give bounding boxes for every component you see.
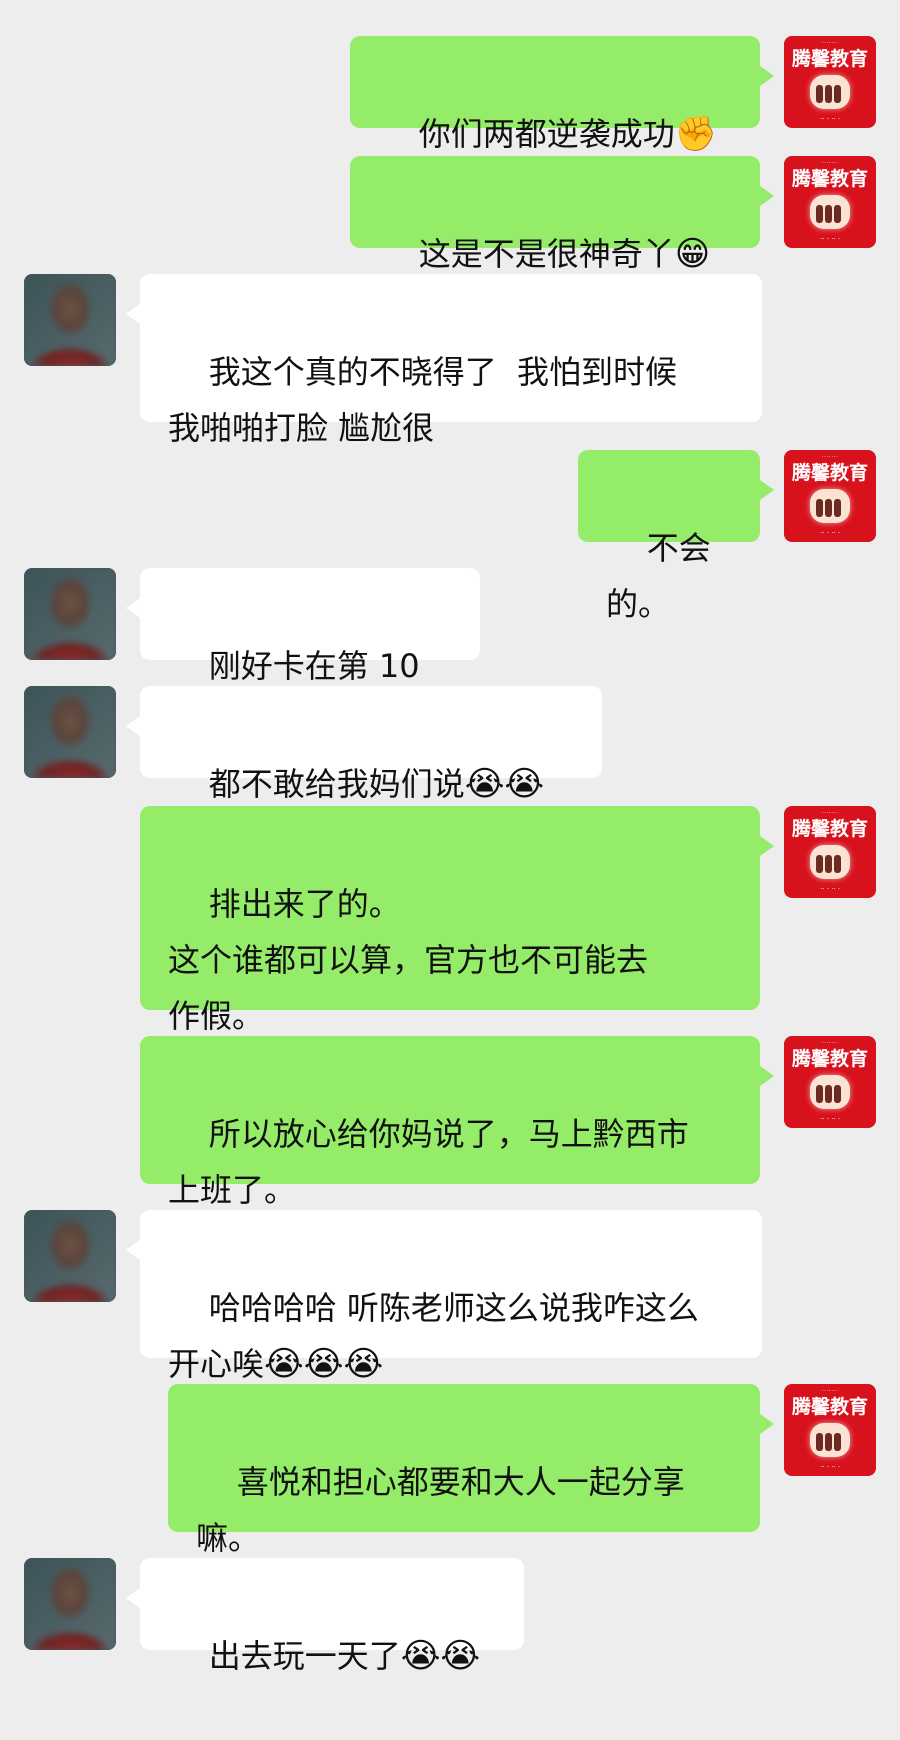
- brand-name: 腾馨教育: [791, 462, 868, 484]
- message-text: 所以放心给你妈说了，马上黔西市 上班了。: [168, 1115, 689, 1209]
- user-avatar[interactable]: [24, 1558, 116, 1650]
- brand-tagline: ·······: [821, 1388, 839, 1395]
- emoji: 😭😭: [464, 764, 545, 804]
- blurred-face: [24, 686, 116, 778]
- blurred-face: [24, 1210, 116, 1302]
- brand-slogan: ·· · ·· ·: [819, 1115, 841, 1123]
- message-bubble[interactable]: 哈哈哈哈 听陈老师这么说我咋这么 开心唉😭😭😭: [126, 1210, 762, 1384]
- fist-icon: [810, 1075, 850, 1109]
- fist-icon: [810, 489, 850, 523]
- message-bubble[interactable]: 出去玩一天了😭😭: [126, 1558, 524, 1676]
- emoji: ✊: [674, 114, 718, 154]
- message-text: 这是不是很神奇丫: [418, 235, 675, 273]
- emoji: 😁: [674, 234, 711, 274]
- emoji: 😭😭😭: [264, 1344, 384, 1384]
- brand-avatar[interactable]: ······· 腾馨教育 ·· · ·· ·: [784, 1384, 876, 1476]
- message-bubble[interactable]: 我这个真的不晓得了 我怕到时候 我啪啪打脸 尴尬很: [126, 274, 762, 447]
- message-bubble[interactable]: 这是不是很神奇丫😁: [350, 156, 774, 274]
- brand-tagline: ·······: [821, 1040, 839, 1047]
- user-avatar[interactable]: [24, 686, 116, 778]
- brand-avatar[interactable]: ······· 腾馨教育 ·· · ·· ·: [784, 36, 876, 128]
- brand-tagline: ·······: [821, 160, 839, 167]
- brand-name: 腾馨教育: [791, 1048, 868, 1070]
- user-avatar[interactable]: [24, 1210, 116, 1302]
- blurred-face: [24, 568, 116, 660]
- message-text: 排出来了的。 这个谁都可以算，官方也不可能去 作假。: [168, 885, 649, 1035]
- brand-name: 腾馨教育: [791, 1396, 868, 1418]
- brand-slogan: ·· · ·· ·: [819, 115, 841, 123]
- brand-name: 腾馨教育: [791, 168, 868, 190]
- emoji: 😭😭: [400, 1636, 481, 1676]
- brand-tagline: ·······: [821, 454, 839, 461]
- message-bubble[interactable]: 排出来了的。 这个谁都可以算，官方也不可能去 作假。: [140, 806, 774, 1035]
- brand-slogan: ·· · ·· ·: [819, 885, 841, 893]
- brand-name: 腾馨教育: [791, 48, 868, 70]
- brand-avatar[interactable]: ······· 腾馨教育 ·· · ·· ·: [784, 1036, 876, 1128]
- message-bubble[interactable]: 你们两都逆袭成功✊: [350, 36, 774, 154]
- message-bubble[interactable]: 都不敢给我妈们说😭😭: [126, 686, 602, 804]
- message-text: 哈哈哈哈 听陈老师这么说我咋这么 开心唉: [168, 1289, 699, 1383]
- fist-icon: [810, 1423, 850, 1457]
- message-text: 不会的。: [606, 529, 711, 623]
- message-text: 喜悦和担心都要和大人一起分享 嘛。: [196, 1463, 685, 1557]
- message-text: 我这个真的不晓得了 我怕到时候 我啪啪打脸 尴尬很: [168, 353, 678, 447]
- brand-name: 腾馨教育: [791, 818, 868, 840]
- message-bubble[interactable]: 所以放心给你妈说了，马上黔西市 上班了。: [140, 1036, 774, 1209]
- fist-icon: [810, 845, 850, 879]
- user-avatar[interactable]: [24, 568, 116, 660]
- blurred-face: [24, 1558, 116, 1650]
- message-bubble[interactable]: 不会的。: [578, 450, 774, 623]
- brand-slogan: ·· · ·· ·: [819, 235, 841, 243]
- brand-tagline: ·······: [821, 40, 839, 47]
- user-avatar[interactable]: [24, 274, 116, 366]
- brand-avatar[interactable]: ······· 腾馨教育 ·· · ·· ·: [784, 450, 876, 542]
- fist-icon: [810, 75, 850, 109]
- message-text: 都不敢给我妈们说: [208, 765, 465, 803]
- brand-slogan: ·· · ·· ·: [819, 1463, 841, 1471]
- fist-icon: [810, 195, 850, 229]
- brand-avatar[interactable]: ······· 腾馨教育 ·· · ·· ·: [784, 156, 876, 248]
- brand-slogan: ·· · ·· ·: [819, 529, 841, 537]
- message-text: 出去玩一天了: [208, 1637, 401, 1675]
- message-bubble[interactable]: 喜悦和担心都要和大人一起分享 嘛。: [168, 1384, 774, 1557]
- message-bubble[interactable]: 刚好卡在第 10 名: [126, 568, 480, 741]
- brand-tagline: ·······: [821, 810, 839, 817]
- brand-avatar[interactable]: ······· 腾馨教育 ·· · ·· ·: [784, 806, 876, 898]
- blurred-face: [24, 274, 116, 366]
- message-text: 你们两都逆袭成功: [418, 115, 675, 153]
